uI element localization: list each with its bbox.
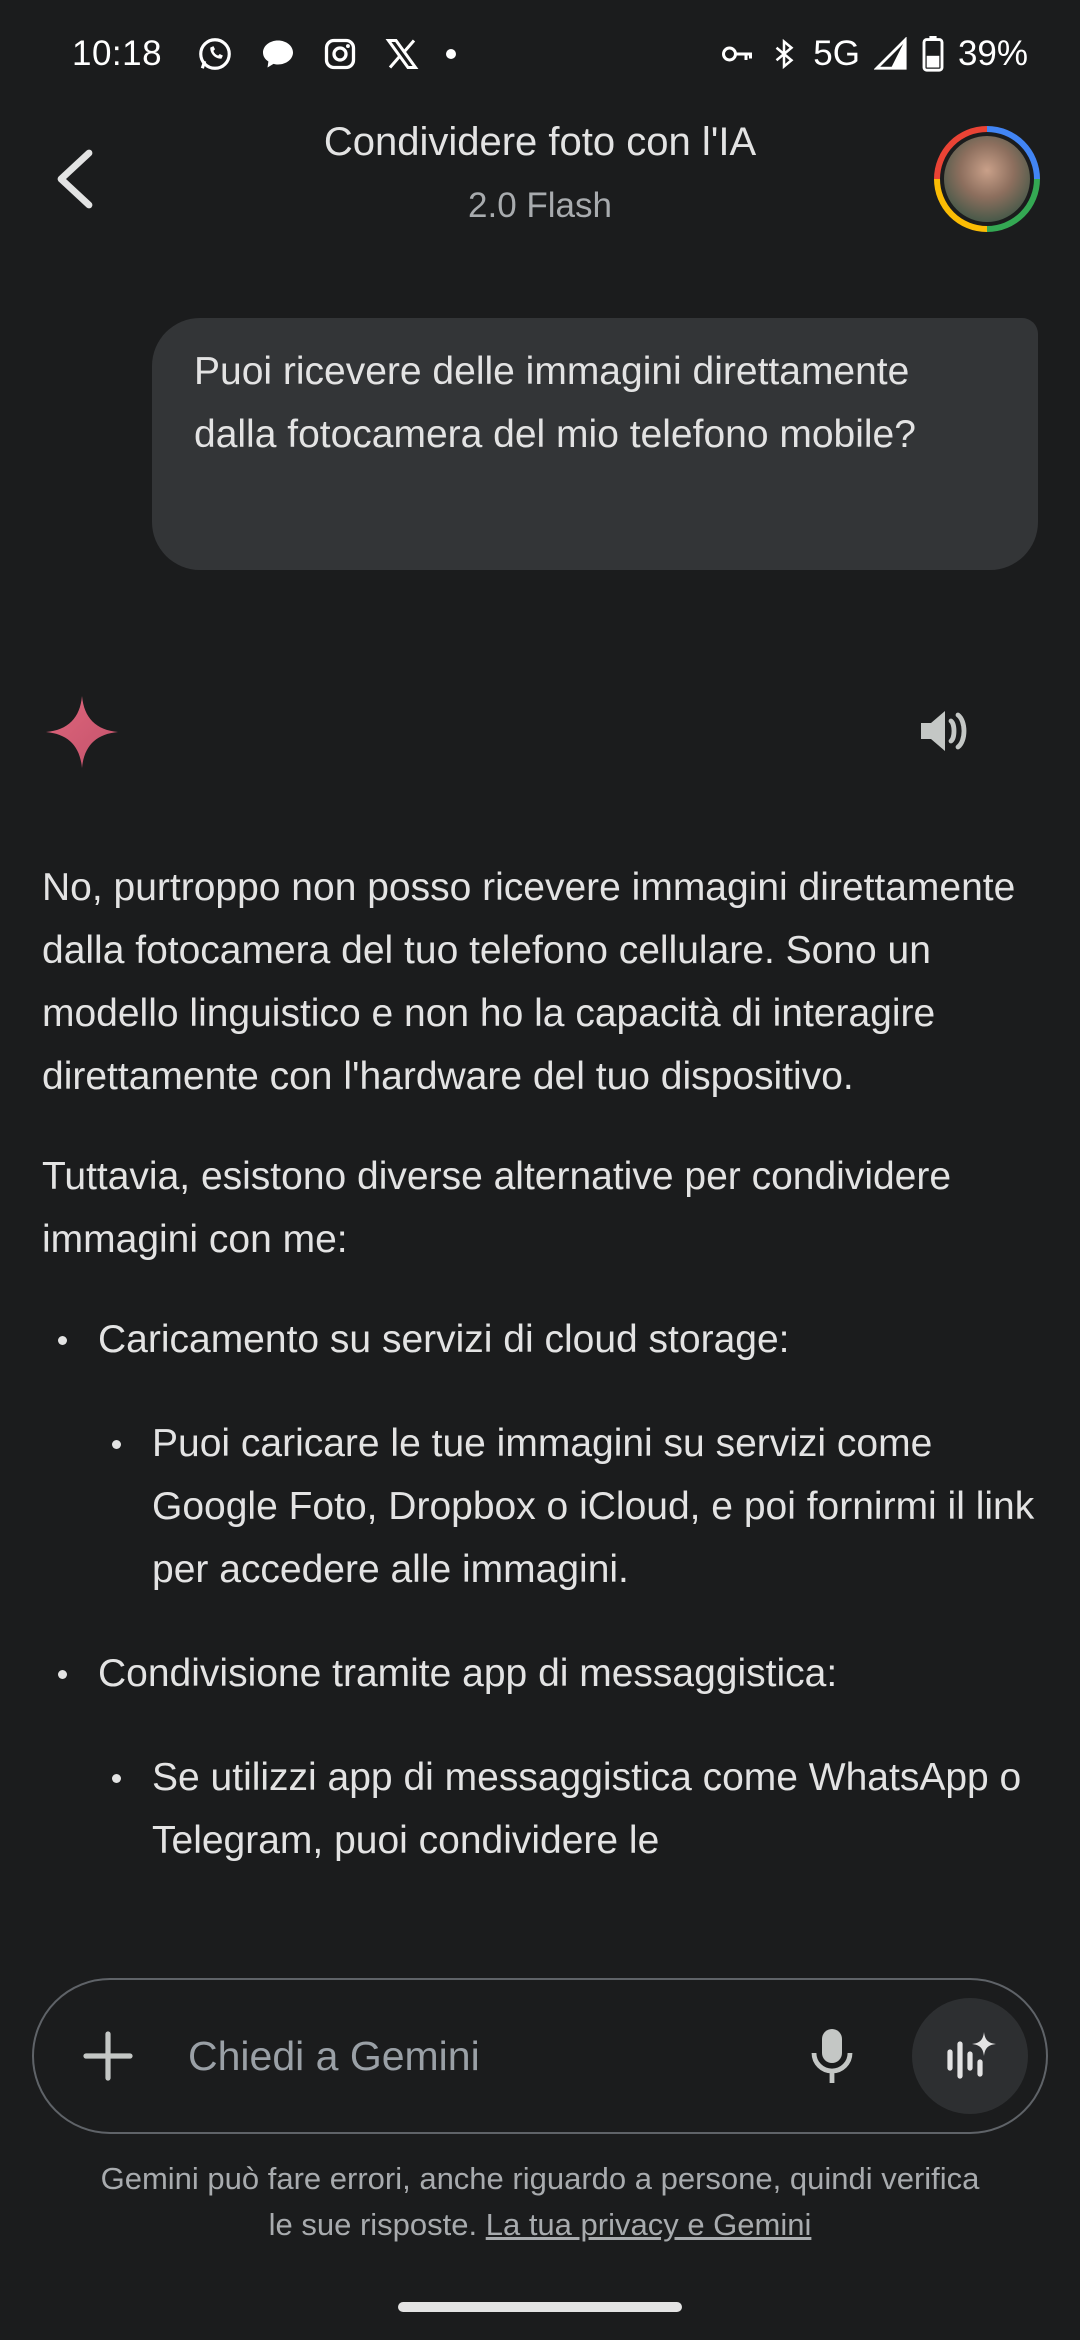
read-aloud-button[interactable] (914, 702, 972, 760)
network-type: 5G (813, 34, 860, 73)
list-item: Se utilizzi app di messaggistica come Wh… (42, 1746, 1038, 1872)
prompt-input[interactable] (188, 2020, 768, 2092)
whatsapp-icon (196, 35, 234, 73)
disclaimer: Gemini può fare errori, anche riguardo a… (90, 2156, 990, 2248)
gemini-live-button[interactable] (912, 1998, 1028, 2114)
user-message-bubble[interactable]: Puoi ricevere delle immagini direttament… (152, 318, 1038, 570)
microphone-button[interactable] (806, 2024, 858, 2088)
bluetooth-icon (769, 36, 799, 72)
avatar[interactable] (934, 126, 1040, 232)
add-attachment-button[interactable] (80, 2028, 136, 2084)
live-waveform-icon (947, 2032, 996, 2079)
list-item: Condivisione tramite app di messaggistic… (42, 1642, 1038, 1705)
instagram-icon (322, 36, 358, 72)
mic-icon (811, 2029, 853, 2083)
title-block[interactable]: Condividere foto con l'IA 2.0 Flash (200, 114, 880, 226)
vpn-key-icon (719, 36, 755, 72)
gemini-response: No, purtroppo non posso ricevere immagin… (42, 856, 1038, 1913)
status-bar: 10:18 5G 39% (0, 0, 1080, 108)
conversation-header: Condividere foto con l'IA 2.0 Flash (0, 108, 1080, 258)
home-indicator[interactable] (398, 2302, 682, 2312)
chat-icon (260, 36, 296, 72)
plus-icon (83, 2031, 133, 2081)
model-name: 2.0 Flash (468, 186, 612, 225)
battery-percent: 39% (957, 34, 1028, 73)
status-time: 10:18 (72, 34, 163, 73)
list-item: Puoi caricare le tue immagini su servizi… (42, 1412, 1038, 1601)
list-item: Caricamento su servizi di cloud storage: (42, 1308, 1038, 1371)
x-icon (384, 36, 420, 72)
avatar-photo (940, 132, 1034, 226)
battery-icon (922, 36, 944, 72)
response-paragraph: No, purtroppo non posso ricevere immagin… (42, 866, 1016, 1098)
back-button[interactable] (44, 148, 106, 210)
gemini-sparkle-icon (44, 694, 120, 770)
speaker-icon (921, 711, 967, 751)
signal-icon (873, 37, 908, 71)
dot-icon (446, 49, 457, 59)
privacy-link[interactable]: La tua privacy e Gemini (486, 2207, 812, 2242)
response-paragraph: Tuttavia, esistono diverse alternative p… (42, 1155, 952, 1261)
arrow-back-icon (57, 149, 93, 209)
conversation-title: Condividere foto con l'IA (323, 120, 757, 164)
